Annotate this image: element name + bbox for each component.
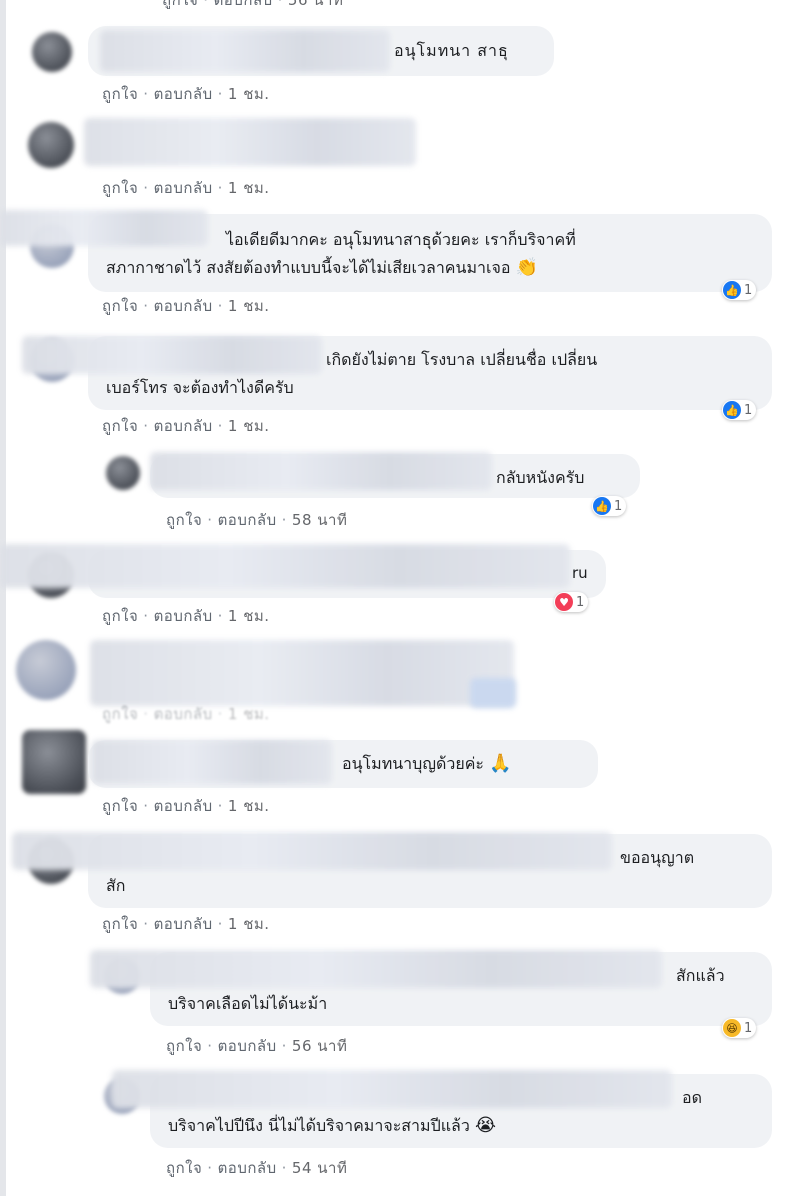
commenter-name-blurred[interactable] [22,336,322,374]
reply-link[interactable]: ตอบกลับ [154,607,213,625]
like-reaction-icon: 👍 [593,497,611,515]
commenter-name-blurred[interactable] [112,1070,672,1108]
comment-text-line-2: เบอร์โทร จะต้องทำไงดีครับ [106,378,294,397]
reaction-badge[interactable]: 👍 1 [722,280,757,300]
comment-meta: ถูกใจ · ตอบกลับ · 1 ชม. [102,607,270,625]
comment-meta: ถูกใจ · ตอบกลับ · 1 ชม. [102,297,270,315]
pray-hands-icon: 🙏 [489,753,512,774]
reaction-badge[interactable]: 😆 1 [722,1018,757,1038]
comment-text-line-2: บริจาคไปปีนึง นี่ไม่ได้บริจาคมาจะสามปีแล… [168,1115,496,1136]
comment-text-line-1: อด [682,1088,702,1107]
like-link[interactable]: ถูกใจ [102,797,138,815]
comment-text: อนุโมทนาบุญด้วยค่ะ 🙏 [342,753,512,774]
comment-text: กลับหนังครับ [496,468,585,487]
reaction-count: 1 [744,1020,753,1036]
timestamp: 1 ชม. [227,915,270,933]
avatar[interactable] [106,456,140,490]
comment-meta: ถูกใจ · ตอบกลับ · 1 ชม. [102,797,270,815]
like-reaction-icon: 👍 [723,281,741,299]
commenter-name-blurred[interactable] [0,210,208,246]
commenter-name-blurred[interactable] [150,452,492,490]
reply-link[interactable]: ตอบกลับ [154,705,213,723]
reaction-badge[interactable]: 👍 1 [722,400,757,420]
timestamp: 54 นาที [291,1159,348,1177]
commenter-name-blurred[interactable] [90,640,514,706]
reply-link[interactable]: ตอบกลับ [218,1159,277,1177]
comment-meta: ถูกใจ · ตอบกลับ · 58 นาที [166,511,348,529]
like-link[interactable]: ถูกใจ [166,511,202,529]
timestamp: 1 ชม. [227,417,270,435]
like-link[interactable]: ถูกใจ [102,607,138,625]
reply-link[interactable]: ตอบกลับ [154,85,213,103]
commenter-name-blurred[interactable] [100,30,390,72]
avatar[interactable] [28,122,74,168]
avatar[interactable] [22,730,86,794]
timestamp: 1 ชม. [227,179,270,197]
commenter-name-blurred[interactable] [84,118,416,166]
timestamp: 58 นาที [291,511,348,529]
reaction-count: 1 [614,498,623,514]
haha-reaction-icon: 😆 [723,1019,741,1037]
like-link[interactable]: ถูกใจ [166,1037,202,1055]
timestamp: 1 ชม. [227,607,270,625]
comment-text: ru [572,564,588,582]
comment-text-line-2: สภากาชาดไว้ สงสัยต้องทำแบบนี้จะได้ไม่เสี… [106,257,538,278]
timestamp: 1 ชม. [227,797,270,815]
comment-meta: ถูกใจ · ตอบกลับ · 1 ชม. [102,179,270,197]
reaction-count: 1 [744,402,753,418]
like-link[interactable]: ถูกใจ [102,85,138,103]
timestamp: 56 นาที [287,0,344,9]
comment-text-line-1: เกิดยังไม่ตาย โรงบาล เปลี่ยนชื่อ เปลี่ยน [326,350,598,369]
comment-text-line-1: สักแล้ว [676,966,725,985]
comment-meta: ถูกใจ · ตอบกลับ · 1 ชม. [102,417,270,435]
avatar[interactable] [16,640,76,700]
reaction-count: 1 [576,594,585,610]
comment-meta-top: ถูกใจ · ตอบกลับ · 56 นาที [162,0,343,12]
comment-meta: ถูกใจ · ตอบกลับ · 54 นาที [166,1159,348,1177]
comment-meta: ถูกใจ · ตอบกลับ · 56 นาที [166,1037,348,1055]
like-link[interactable]: ถูกใจ [102,417,138,435]
like-reaction-icon: 👍 [723,401,741,419]
reply-link[interactable]: ตอบกลับ [154,179,213,197]
commenter-name-blurred[interactable] [12,832,612,870]
reply-link[interactable]: ตอบกลับ [154,915,213,933]
reply-link[interactable]: ตอบกลับ [154,417,213,435]
like-link[interactable]: ถูกใจ [102,915,138,933]
commenter-name-blurred[interactable] [90,950,662,988]
comment-text-line-1: ขออนุญาต [620,848,695,867]
reply-link[interactable]: ตอบกลับ [154,297,213,315]
love-reaction-icon: ♥ [555,593,573,611]
reply-link[interactable]: ตอบกลับ [218,511,277,529]
like-link[interactable]: ถูกใจ [102,297,138,315]
thread-rail [0,0,6,1196]
reaction-blurred [470,678,516,708]
timestamp: 56 นาที [291,1037,348,1055]
avatar[interactable] [32,32,72,72]
crying-face-icon: 😭 [474,1115,496,1136]
reaction-badge[interactable]: 👍 1 [592,496,627,516]
timestamp: 1 ชม. [227,297,270,315]
reaction-badge[interactable]: ♥ 1 [554,592,589,612]
comment-meta: ถูกใจ · ตอบกลับ · 1 ชม. [102,85,270,103]
like-link[interactable]: ถูกใจ [162,0,198,9]
reply-link[interactable]: ตอบกลับ [218,1037,277,1055]
timestamp: 1 ชม. [227,85,270,103]
commenter-name-blurred[interactable] [92,740,332,784]
comment-text-line-2: สัก [106,876,126,895]
comment-text: อนุโมทนา สาธุ [394,41,509,60]
like-link[interactable]: ถูกใจ [102,179,138,197]
like-link[interactable]: ถูกใจ [102,705,138,723]
reply-link[interactable]: ตอบกลับ [154,797,213,815]
timestamp: 1 ชม. [227,705,270,723]
comment-meta: ถูกใจ · ตอบกลับ · 1 ชม. [102,705,270,723]
clap-hand-icon: 👏 [515,257,538,278]
reply-link[interactable]: ตอบกลับ [214,0,273,9]
reaction-count: 1 [744,282,753,298]
comment-meta: ถูกใจ · ตอบกลับ · 1 ชม. [102,915,270,933]
like-link[interactable]: ถูกใจ [166,1159,202,1177]
comment-text-line-1: ไอเดียดีมากคะ อนุโมทนาสาธุด้วยคะ เราก็บร… [226,230,576,249]
comment-text-line-2: บริจาคเลือดไม่ได้นะม้า [168,994,328,1013]
commenter-name-blurred[interactable] [0,544,570,588]
